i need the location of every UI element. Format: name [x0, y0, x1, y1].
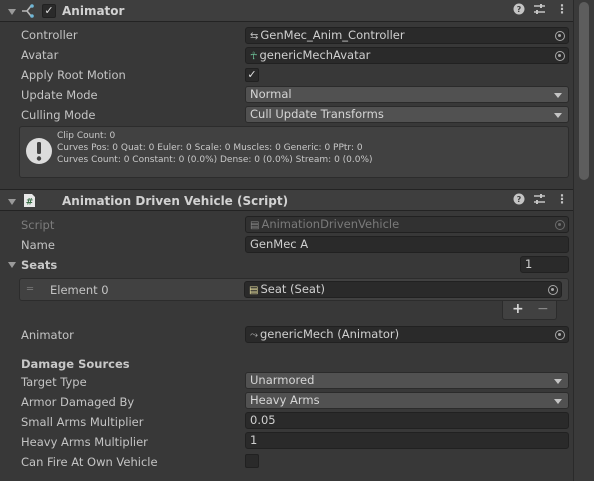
dropdown-arrow-icon — [554, 113, 562, 118]
seats-list: ═ Element 0 ▤ Seat (Seat) — [19, 278, 569, 301]
small-arms-label: Small Arms Multiplier — [21, 415, 144, 429]
armor-damaged-by-label: Armor Damaged By — [21, 395, 135, 409]
svg-text:?: ? — [517, 5, 522, 14]
svg-text:?: ? — [517, 195, 522, 204]
update-mode-dropdown[interactable]: Normal — [245, 86, 569, 103]
target-type-label: Target Type — [21, 375, 87, 389]
object-picker-icon[interactable] — [555, 330, 565, 340]
drag-handle-icon[interactable]: ═ — [27, 284, 33, 295]
context-menu-icon[interactable]: ⋮ — [556, 2, 568, 16]
heavy-arms-label: Heavy Arms Multiplier — [21, 435, 148, 449]
culling-mode-dropdown[interactable]: Cull Update Transforms — [245, 106, 569, 123]
foldout-arrow-icon[interactable] — [8, 9, 16, 15]
dropdown-arrow-icon — [554, 399, 562, 404]
scrollbar-thumb[interactable] — [579, 2, 589, 180]
seats-size-input[interactable]: 1 — [520, 256, 569, 273]
animator-ref-field[interactable]: ⤳ genericMech (Animator) — [245, 326, 569, 343]
presets-icon[interactable] — [533, 3, 546, 19]
info-line: Curves Pos: 0 Quat: 0 Euler: 0 Scale: 0 … — [57, 143, 363, 153]
object-picker-icon[interactable] — [555, 51, 565, 61]
seat-script-icon: ▤ — [249, 285, 259, 296]
small-arms-input[interactable]: 0.05 — [245, 412, 569, 429]
add-element-button[interactable]: + — [512, 301, 524, 317]
script-label: Script — [21, 218, 55, 232]
can-fire-label: Can Fire At Own Vehicle — [21, 455, 158, 469]
help-icon[interactable]: ? — [513, 3, 525, 18]
dropdown-arrow-icon — [554, 379, 562, 384]
animator-enabled-checkbox[interactable]: ✓ — [42, 4, 56, 18]
damage-sources-header: Damage Sources — [21, 357, 130, 371]
component-title: Animation Driven Vehicle (Script) — [62, 194, 289, 208]
foldout-arrow-icon[interactable] — [8, 199, 16, 205]
update-mode-label: Update Mode — [21, 88, 98, 102]
apply-root-motion-checkbox[interactable]: ✓ — [245, 68, 259, 82]
dropdown-arrow-icon — [554, 93, 562, 98]
info-line: Clip Count: 0 — [57, 131, 116, 141]
help-icon[interactable]: ? — [513, 193, 525, 208]
avatar-label: Avatar — [21, 48, 59, 62]
can-fire-checkbox[interactable] — [245, 454, 259, 468]
animator-icon: ⤳ — [250, 330, 258, 341]
name-input[interactable]: GenMec A — [245, 236, 569, 253]
heavy-arms-input[interactable]: 1 — [245, 432, 569, 449]
seat-element-field[interactable]: ▤ Seat (Seat) — [244, 281, 562, 298]
object-picker-icon — [555, 220, 565, 230]
armor-damaged-by-dropdown[interactable]: Heavy Arms — [245, 392, 569, 409]
seats-label[interactable]: Seats — [21, 258, 57, 272]
controller-field[interactable]: ⇆ GenMec_Anim_Controller — [245, 27, 569, 44]
presets-icon[interactable] — [533, 193, 546, 209]
script-icon: # — [23, 193, 36, 208]
svg-text:#: # — [26, 198, 34, 208]
name-label: Name — [21, 238, 55, 252]
context-menu-icon[interactable]: ⋮ — [556, 192, 568, 206]
animator-ref-label: Animator — [21, 328, 74, 342]
controller-label: Controller — [21, 28, 78, 42]
info-icon — [24, 136, 54, 169]
object-picker-icon[interactable] — [555, 31, 565, 41]
avatar-field[interactable]: ☥ genericMechAvatar — [245, 47, 569, 64]
script-field: ▤ AnimationDrivenVehicle — [245, 216, 569, 233]
animator-icon — [21, 4, 37, 18]
list-footer: + − — [502, 301, 557, 320]
script-file-icon: ▤ — [250, 220, 260, 231]
remove-element-button[interactable]: − — [537, 301, 549, 317]
element-label: Element 0 — [50, 283, 109, 297]
scrollbar-track[interactable] — [573, 0, 594, 481]
target-type-dropdown[interactable]: Unarmored — [245, 372, 569, 389]
culling-mode-label: Culling Mode — [21, 108, 96, 122]
animator-component-header[interactable]: ✓ Animator ? ⋮ — [0, 0, 573, 22]
controller-icon: ⇆ — [250, 31, 259, 42]
seats-foldout-arrow-icon[interactable] — [8, 262, 16, 268]
info-line: Curves Count: 0 Constant: 0 (0.0%) Dense… — [57, 155, 373, 165]
animator-info-box: Clip Count: 0 Curves Pos: 0 Quat: 0 Eule… — [19, 126, 569, 178]
avatar-icon: ☥ — [250, 51, 258, 62]
vehicle-script-component-header[interactable]: # Animation Driven Vehicle (Script) ? ⋮ — [0, 189, 573, 211]
object-picker-icon[interactable] — [548, 285, 558, 295]
component-title: Animator — [62, 4, 125, 18]
apply-root-motion-label: Apply Root Motion — [21, 68, 126, 82]
